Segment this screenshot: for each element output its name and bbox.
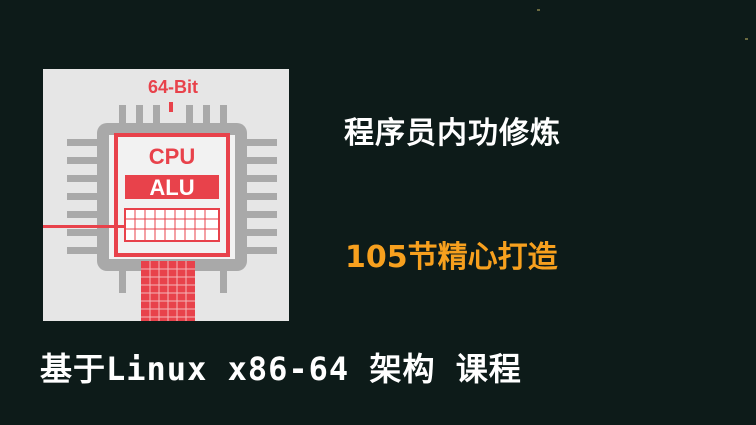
subheadline: 105节精心打造 <box>345 240 558 275</box>
memory-bus <box>141 261 195 321</box>
headline: 程序员内功修炼 <box>344 116 561 151</box>
cpu-illustration: 64-Bit CPU ALU <box>43 69 289 321</box>
cpu-chip-graphic: 64-Bit CPU ALU <box>43 77 277 321</box>
bit-connector <box>169 102 173 112</box>
decorative-dot <box>745 38 748 40</box>
bit-label: 64-Bit <box>148 77 198 97</box>
cpu-label: CPU <box>149 144 195 169</box>
alu-label: ALU <box>149 175 194 200</box>
course-title: 基于Linux x86-64 架构 课程 <box>40 350 522 388</box>
banner: 64-Bit CPU ALU 程序员内功修炼 105节精心打造 基于Linux … <box>0 0 756 425</box>
register-grid <box>124 208 220 242</box>
left-pins <box>67 139 99 254</box>
decorative-dot <box>537 9 540 11</box>
right-pins <box>245 139 277 254</box>
input-line <box>43 225 125 228</box>
